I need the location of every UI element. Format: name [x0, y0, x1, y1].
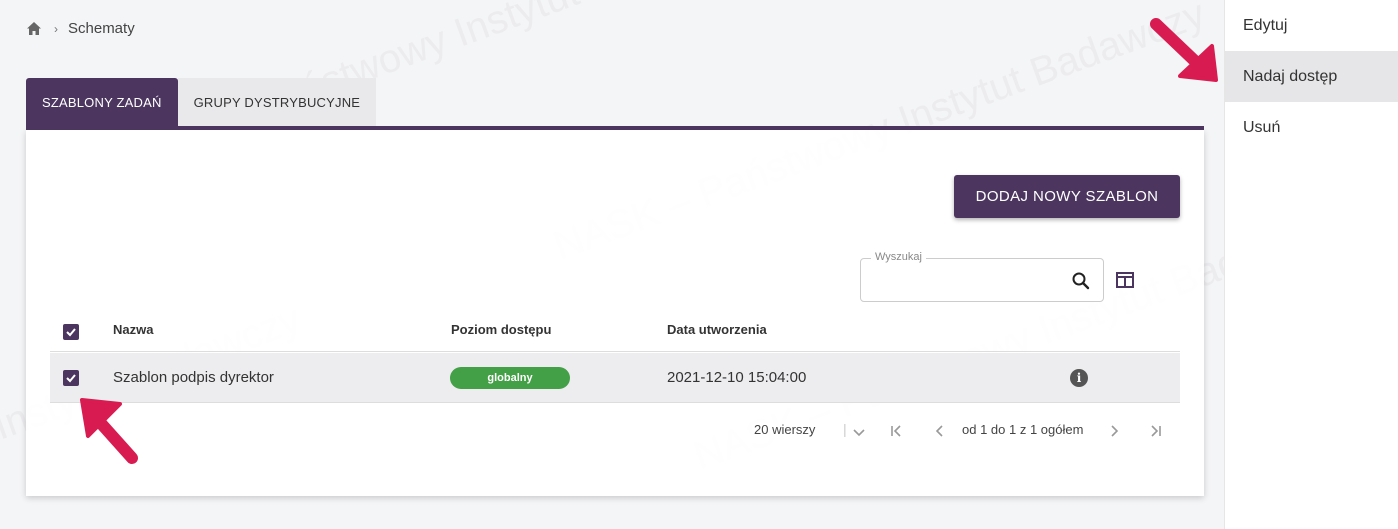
row-name: Szablon podpis dyrektor	[113, 369, 274, 386]
breadcrumb-current: Schematy	[68, 20, 135, 37]
info-icon[interactable]: i	[1070, 369, 1088, 387]
select-all-checkbox[interactable]	[63, 324, 79, 340]
search-label: Wyszukaj	[871, 251, 926, 263]
column-header-created[interactable]: Data utworzenia	[667, 322, 767, 337]
home-icon[interactable]	[26, 21, 42, 37]
previous-page-icon[interactable]	[934, 424, 946, 440]
page-range: od 1 do 1 z 1 ogółem	[962, 422, 1084, 437]
divider: |	[843, 421, 847, 437]
annotation-arrow-icon	[1150, 18, 1218, 82]
breadcrumb: › Schematy	[26, 20, 135, 37]
column-header-access[interactable]: Poziom dostępu	[451, 322, 551, 337]
tab-szablony-zadan[interactable]: SZABLONY ZADAŃ	[26, 78, 178, 126]
tab-bar: SZABLONY ZADAŃ GRUPY DYSTRYBUCYJNE	[26, 78, 377, 126]
add-template-button[interactable]: DODAJ NOWY SZABLON	[954, 175, 1180, 218]
column-header-name[interactable]: Nazwa	[113, 322, 153, 337]
menu-item-edytuj[interactable]: Edytuj	[1225, 0, 1398, 51]
table-header: Nazwa Poziom dostępu Data utworzenia	[50, 312, 1180, 352]
access-badge: globalny	[450, 367, 570, 389]
menu-item-usun[interactable]: Usuń	[1225, 102, 1398, 153]
row-checkbox[interactable]	[63, 370, 79, 386]
columns-icon[interactable]	[1116, 272, 1134, 288]
search-input[interactable]	[873, 271, 1063, 291]
check-icon	[66, 374, 76, 383]
table-row[interactable]: Szablon podpis dyrektor globalny 2021-12…	[50, 353, 1180, 403]
next-page-icon[interactable]	[1108, 424, 1120, 440]
row-created: 2021-12-10 15:04:00	[667, 369, 807, 386]
rows-per-page[interactable]: 20 wierszy	[754, 422, 815, 437]
chevron-down-icon[interactable]	[853, 424, 865, 440]
context-menu: Edytuj Nadaj dostęp Usuń	[1224, 0, 1398, 529]
annotation-arrow-icon	[80, 398, 138, 464]
tab-grupy-dystrybucyjne[interactable]: GRUPY DYSTRYBUCYJNE	[177, 78, 377, 126]
menu-item-nadaj-dostep[interactable]: Nadaj dostęp	[1225, 51, 1398, 102]
tab-underline	[26, 126, 1204, 130]
last-page-icon[interactable]	[1150, 424, 1162, 440]
chevron-right-icon: ›	[54, 21, 58, 36]
search-icon[interactable]	[1071, 271, 1091, 291]
check-icon	[66, 328, 76, 337]
search-box: Wyszukaj	[860, 251, 1104, 302]
first-page-icon[interactable]	[890, 424, 902, 440]
